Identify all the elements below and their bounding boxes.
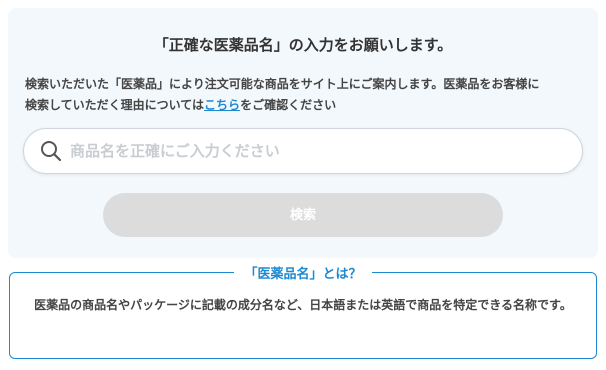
search-panel: 「正確な医薬品名」の入力をお願いします。 検索いただいた「医薬品」により注文可能… bbox=[8, 8, 598, 258]
info-box-body: 医薬品の商品名やパッケージに記載の成分名など、日本語または英語で商品を特定できる… bbox=[34, 298, 572, 312]
medicine-name-input[interactable] bbox=[70, 129, 565, 173]
reason-link[interactable]: こちら bbox=[204, 98, 240, 112]
info-box-title: 「医薬品名」とは？ bbox=[234, 267, 372, 282]
search-icon bbox=[41, 141, 62, 162]
info-box-legend: 「医薬品名」とは？ bbox=[10, 263, 596, 282]
description-text-before-link: 検索していただく理由については bbox=[25, 98, 205, 112]
info-box: 「医薬品名」とは？ 医薬品の商品名やパッケージに記載の成分名など、日本語または英… bbox=[9, 267, 597, 359]
description-text-after-link: をご確認ください bbox=[240, 98, 337, 112]
description-line-1: 検索いただいた「医薬品」により注文可能な商品をサイト上にご案内します。医薬品をお… bbox=[25, 77, 540, 91]
page-title: 「正確な医薬品名」の入力をお願いします。 bbox=[153, 36, 453, 54]
search-button[interactable]: 検索 bbox=[103, 193, 503, 237]
search-box[interactable] bbox=[23, 128, 583, 174]
description-line-2: 検索していただく理由についてはこちらをご確認ください bbox=[25, 95, 585, 116]
description: 検索いただいた「医薬品」により注文可能な商品をサイト上にご案内します。医薬品をお… bbox=[25, 74, 585, 116]
